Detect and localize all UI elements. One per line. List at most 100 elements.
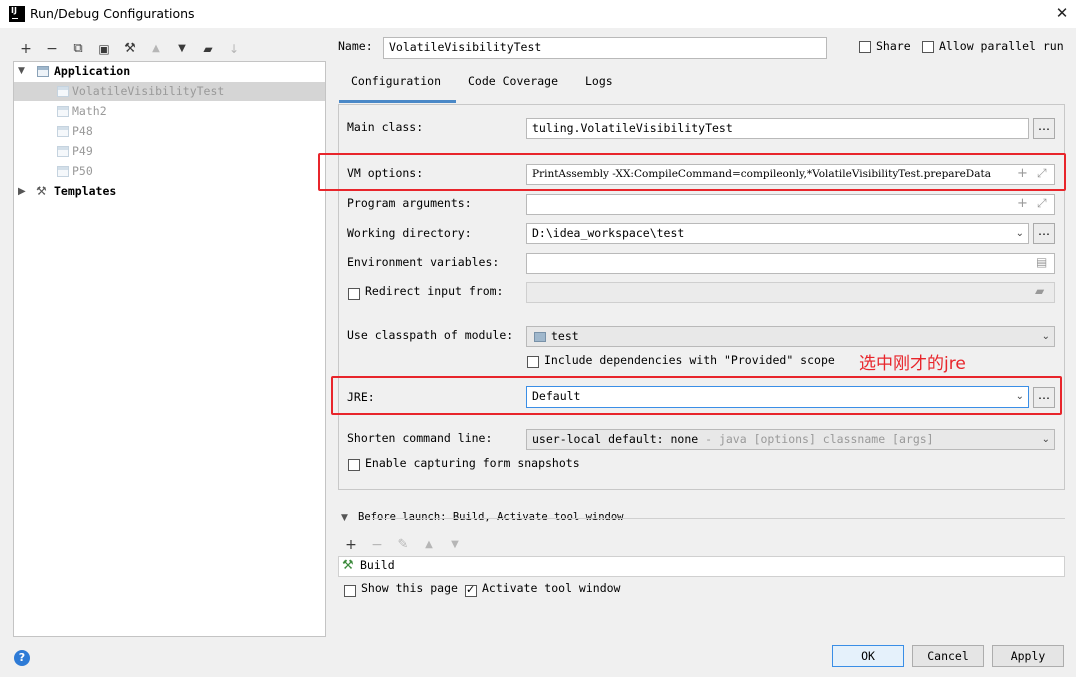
classpath-module-select[interactable]: test ⌄ — [526, 326, 1055, 347]
vm-options-label: VM options: — [347, 166, 424, 180]
chevron-down-icon[interactable]: ▼ — [341, 513, 348, 523]
sort-icon[interactable]: ↓ — [225, 40, 243, 58]
chevron-down-icon[interactable]: ⌄ — [1042, 327, 1050, 346]
jre-value: Default — [532, 389, 581, 403]
working-dir-input[interactable]: D:\idea_workspace\test ⌄ — [526, 223, 1029, 244]
before-launch-label: Before launch: Build, Activate tool wind… — [358, 511, 624, 523]
chevron-down-icon[interactable]: ▼ — [18, 62, 25, 81]
ok-button[interactable]: OK — [832, 645, 904, 667]
browse-working-dir-button[interactable]: … — [1033, 223, 1055, 244]
help-icon[interactable]: ? — [14, 650, 30, 666]
cancel-button[interactable]: Cancel — [912, 645, 984, 667]
main-class-label: Main class: — [347, 120, 424, 134]
expand-arrows-icon[interactable]: ⤢ — [1037, 196, 1047, 211]
expand-plus-icon[interactable]: + — [1017, 166, 1028, 181]
add-task-icon[interactable]: + — [342, 536, 360, 554]
apply-button[interactable]: Apply — [992, 645, 1064, 667]
add-icon[interactable]: + — [17, 40, 35, 58]
tree-node-label: Application — [54, 64, 131, 78]
config-icon — [57, 166, 69, 177]
chevron-down-icon[interactable]: ⌄ — [1016, 224, 1024, 243]
tree-item-label: Math2 — [72, 104, 107, 118]
redirect-input-label: Redirect input from: — [365, 284, 504, 298]
tree-node-templates[interactable]: ▶ ⚒ Templates — [14, 182, 325, 201]
expand-plus-icon[interactable]: + — [1017, 196, 1028, 211]
show-page-checkbox[interactable] — [344, 585, 356, 597]
window-title: Run/Debug Configurations — [30, 6, 195, 21]
save-icon[interactable]: ▣ — [95, 40, 113, 58]
tree-item-label: P49 — [72, 144, 93, 158]
jre-select[interactable]: Default ⌄ — [526, 386, 1029, 408]
move-task-up-icon[interactable]: ▲ — [420, 536, 438, 554]
copy-icon[interactable]: ⧉ — [69, 40, 87, 58]
env-vars-input[interactable] — [526, 253, 1055, 274]
intellij-app-icon: IJ — [9, 6, 25, 22]
config-icon — [57, 146, 69, 157]
shorten-cmd-select[interactable]: user-local default: none - java [options… — [526, 429, 1055, 450]
allow-parallel-checkbox[interactable] — [922, 41, 934, 53]
build-task-label: Build — [360, 558, 395, 572]
name-label: Name: — [338, 39, 373, 53]
tree-item[interactable]: VolatileVisibilityTest — [14, 82, 325, 101]
folder-icon[interactable]: ▰ — [199, 40, 217, 58]
share-checkbox[interactable] — [859, 41, 871, 53]
tab-configuration[interactable]: Configuration — [339, 66, 456, 103]
include-deps-checkbox[interactable] — [527, 356, 539, 368]
share-label: Share — [876, 39, 911, 53]
tree-item-label: VolatileVisibilityTest — [72, 84, 225, 98]
activate-tool-window-checkbox[interactable] — [465, 583, 477, 597]
working-dir-value: D:\idea_workspace\test — [532, 226, 685, 240]
tree-node-application[interactable]: ▼ Application — [14, 62, 325, 81]
move-up-icon[interactable]: ▲ — [147, 40, 165, 58]
tree-item-label: P48 — [72, 124, 93, 138]
main-class-input[interactable]: tuling.VolatileVisibilityTest — [526, 118, 1029, 139]
hammer-icon: ⚒ — [342, 558, 354, 573]
move-down-icon[interactable]: ▼ — [173, 40, 191, 58]
edit-task-icon[interactable]: ✎ — [394, 536, 412, 554]
config-icon — [57, 126, 69, 137]
vm-options-input[interactable]: PrintAssembly -XX:CompileCommand=compile… — [526, 164, 1055, 185]
before-launch-task-build[interactable]: ⚒ Build — [338, 556, 1065, 577]
close-icon[interactable]: ✕ — [1050, 2, 1074, 24]
tab-logs[interactable]: Logs — [585, 66, 613, 103]
remove-task-icon[interactable]: − — [368, 536, 386, 554]
shorten-cmd-hint: - java [options] classname [args] — [705, 432, 934, 446]
expand-arrows-icon[interactable]: ⤢ — [1037, 166, 1047, 181]
config-icon — [57, 86, 69, 97]
name-input[interactable]: VolatileVisibilityTest — [383, 37, 827, 59]
browse-main-class-button[interactable]: … — [1033, 118, 1055, 139]
configuration-tree[interactable]: ▼ Application VolatileVisibilityTest Mat… — [13, 61, 326, 637]
include-deps-label: Include dependencies with "Provided" sco… — [544, 353, 835, 367]
chevron-right-icon[interactable]: ▶ — [18, 182, 26, 201]
wrench-icon[interactable]: ⚒ — [121, 40, 139, 58]
capture-snapshots-checkbox[interactable] — [348, 459, 360, 471]
program-args-label: Program arguments: — [347, 196, 472, 210]
remove-icon[interactable]: − — [43, 40, 61, 58]
program-args-input[interactable] — [526, 194, 1055, 215]
module-folder-icon — [534, 332, 546, 342]
document-icon[interactable]: ▤ — [1036, 255, 1047, 269]
allow-parallel-label: Allow parallel run — [939, 39, 1064, 53]
chevron-down-icon[interactable]: ⌄ — [1042, 430, 1050, 449]
redirect-input-field — [526, 282, 1055, 303]
tree-item[interactable]: P48 — [14, 122, 325, 141]
tree-item-label: P50 — [72, 164, 93, 178]
tree-node-label: Templates — [54, 184, 117, 198]
tree-item[interactable]: Math2 — [14, 102, 325, 121]
folder-icon: ▰ — [1035, 284, 1045, 298]
redirect-input-checkbox[interactable] — [348, 288, 360, 300]
annotation-text: 选中刚才的jre — [859, 354, 966, 374]
tree-item[interactable]: P49 — [14, 142, 325, 161]
application-icon — [37, 66, 49, 77]
browse-jre-button[interactable]: … — [1033, 387, 1055, 408]
classpath-module-label: Use classpath of module: — [347, 328, 514, 342]
tree-item[interactable]: P50 — [14, 162, 325, 181]
classpath-module-value: test — [551, 329, 579, 343]
activate-tool-window-label: Activate tool window — [482, 581, 621, 595]
move-task-down-icon[interactable]: ▼ — [446, 536, 464, 554]
chevron-down-icon[interactable]: ⌄ — [1016, 387, 1024, 406]
tab-code-coverage[interactable]: Code Coverage — [468, 66, 558, 103]
divider — [372, 518, 1065, 519]
show-page-label: Show this page — [361, 581, 458, 595]
jre-label: JRE: — [347, 390, 375, 404]
